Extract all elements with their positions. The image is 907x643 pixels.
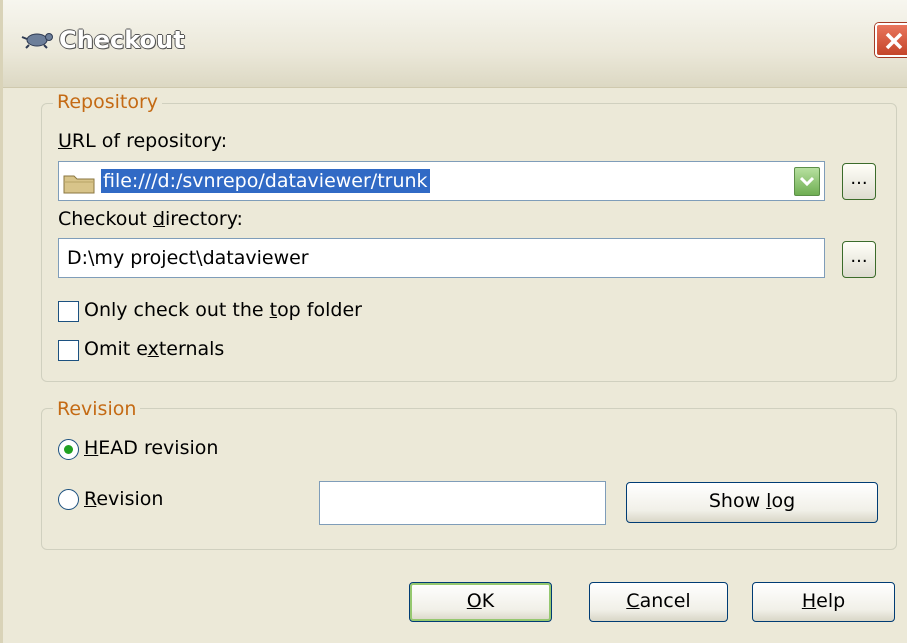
revision-radio[interactable] xyxy=(58,489,79,510)
browse-url-button[interactable]: ... xyxy=(842,163,876,200)
checkout-directory-input[interactable]: D:\my project\dataviewer xyxy=(58,238,825,278)
url-combobox[interactable]: file:///d:/svnrepo/dataviewer/trunk xyxy=(58,161,825,201)
window-title: Checkout xyxy=(59,26,185,54)
chevron-down-icon xyxy=(800,176,814,187)
omit-externals-label: Omit externals xyxy=(84,338,225,360)
folder-icon xyxy=(63,172,95,199)
revision-group xyxy=(41,408,897,550)
tortoise-icon xyxy=(21,28,55,50)
url-label: URL of repository: xyxy=(58,130,228,152)
top-folder-checkbox[interactable] xyxy=(58,301,79,322)
close-button[interactable] xyxy=(875,23,907,57)
cancel-button[interactable]: Cancel xyxy=(589,582,728,622)
url-dropdown-button[interactable] xyxy=(794,167,820,196)
title-bar[interactable]: Checkout xyxy=(3,0,907,88)
radio-selected-dot xyxy=(64,445,73,454)
top-folder-label: Only check out the top folder xyxy=(84,299,362,321)
checkout-directory-value: D:\my project\dataviewer xyxy=(67,247,309,269)
help-button[interactable]: Help xyxy=(752,582,895,622)
revision-number-input[interactable] xyxy=(319,481,606,525)
dialog-body: Repository URL of repository: file:///d:… xyxy=(3,88,907,643)
revision-legend: Revision xyxy=(53,398,141,420)
checkout-dialog: Checkout Repository URL of repository: f… xyxy=(0,0,907,643)
head-revision-radio[interactable] xyxy=(58,439,79,460)
revision-label: Revision xyxy=(84,488,164,510)
checkout-directory-label: Checkout directory: xyxy=(58,208,243,230)
close-icon xyxy=(885,32,903,50)
omit-externals-checkbox[interactable] xyxy=(58,340,79,361)
repository-legend: Repository xyxy=(53,91,163,113)
head-revision-label: HEAD revision xyxy=(84,437,219,459)
browse-directory-button[interactable]: ... xyxy=(842,241,876,278)
url-value: file:///d:/svnrepo/dataviewer/trunk xyxy=(101,169,430,193)
show-log-button[interactable]: Show log xyxy=(626,482,878,523)
ok-button[interactable]: OK xyxy=(409,582,552,622)
